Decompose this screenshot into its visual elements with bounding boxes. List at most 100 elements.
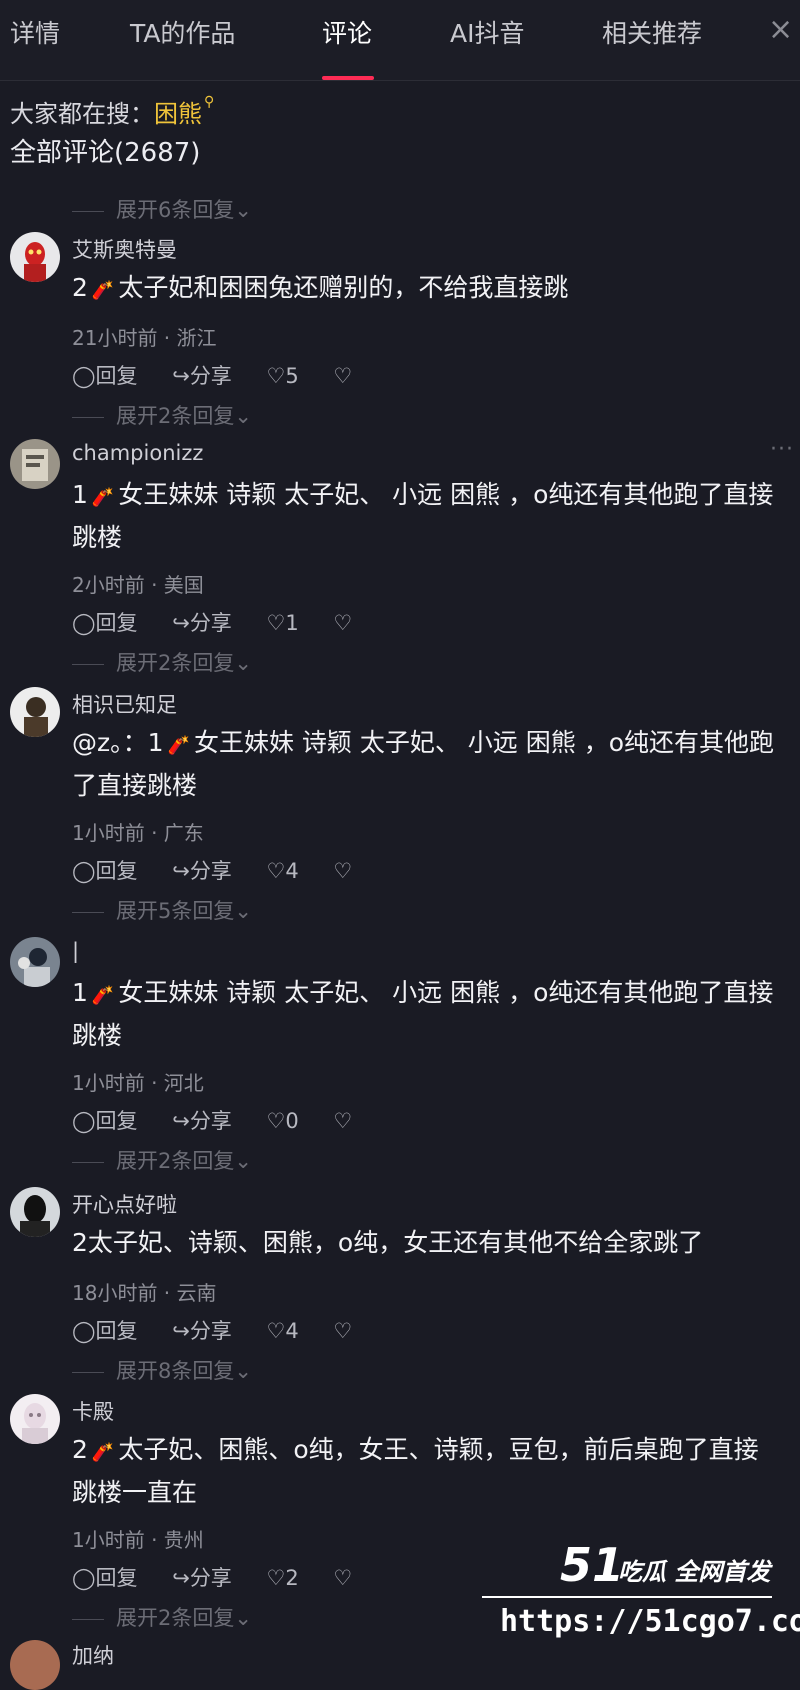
reply-label: 回复 — [95, 1109, 138, 1133]
chevron-down-icon: ⌄ — [234, 1149, 252, 1173]
divider-line — [72, 416, 104, 418]
trending-search[interactable]: 大家都在搜：困熊 ⚲ — [10, 94, 214, 129]
watermark-brand: 51 — [560, 1538, 625, 1592]
divider-line — [72, 911, 104, 913]
tab-ai[interactable]: AI抖音 — [450, 14, 524, 50]
tab-comments[interactable]: 评论 — [322, 14, 372, 50]
comment-actions: ◯回复 ↪分享 ♡0 ♡ — [72, 1105, 366, 1135]
reply-button[interactable]: ◯回复 — [72, 1109, 152, 1133]
share-button[interactable]: ↪分享 — [172, 611, 246, 635]
comment-actions: ◯回复 ↪分享 ♡2 ♡ — [72, 1562, 366, 1592]
avatar[interactable] — [10, 439, 60, 489]
like-count: 2 — [285, 1566, 299, 1590]
comment-text: 2 🧨 太子妃和困困兔还赠别的，不给我直接跳 — [72, 268, 782, 311]
reply-label: 回复 — [95, 364, 138, 388]
share-button[interactable]: ↪分享 — [172, 364, 246, 388]
comment-prefix: 2 — [72, 273, 88, 302]
expand-replies[interactable]: 展开8条回复⌄ — [72, 1355, 252, 1385]
tab-related[interactable]: 相关推荐 — [602, 14, 702, 50]
comment-actions: ◯回复 ↪分享 ♡5 ♡ — [72, 360, 366, 390]
divider-line — [72, 1371, 104, 1373]
reply-button[interactable]: ◯回复 — [72, 1566, 152, 1590]
tab-details[interactable]: 详情 — [10, 14, 60, 50]
reply-button[interactable]: ◯回复 — [72, 1319, 152, 1343]
share-label: 分享 — [189, 1566, 232, 1590]
dislike-icon[interactable]: ♡ — [333, 1319, 352, 1343]
chevron-down-icon: ⌄ — [234, 198, 252, 222]
reply-label: 回复 — [95, 859, 138, 883]
like-count: 4 — [285, 1319, 299, 1343]
comment-username[interactable]: 开心点好啦 — [72, 1189, 177, 1219]
divider-line — [72, 1161, 104, 1163]
like-button[interactable]: ♡2 — [267, 1566, 313, 1590]
avatar[interactable] — [10, 1394, 60, 1444]
avatar[interactable] — [10, 937, 60, 987]
share-button[interactable]: ↪分享 — [172, 859, 246, 883]
dislike-icon[interactable]: ♡ — [333, 364, 352, 388]
comment-actions: ◯回复 ↪分享 ♡4 ♡ — [72, 855, 366, 885]
like-count: 5 — [285, 364, 299, 388]
comment-body: 2太子妃、诗颖、困熊，o纯，女王还有其他不给全家跳了 — [72, 1228, 704, 1257]
dislike-icon[interactable]: ♡ — [333, 1109, 352, 1133]
reply-button[interactable]: ◯回复 — [72, 611, 152, 635]
comment-username[interactable]: 相识已知足 — [72, 689, 177, 719]
like-button[interactable]: ♡4 — [267, 859, 313, 883]
expand-replies[interactable]: 展开2条回复⌄ — [72, 1602, 252, 1632]
comment-username[interactable]: | — [72, 939, 79, 963]
share-button[interactable]: ↪分享 — [172, 1109, 246, 1133]
chevron-down-icon: ⌄ — [234, 1606, 252, 1630]
tab-works[interactable]: TA的作品 — [130, 14, 235, 50]
expand-replies[interactable]: 展开2条回复⌄ — [72, 400, 252, 430]
expand-replies[interactable]: 展开2条回复⌄ — [72, 1145, 252, 1175]
search-term[interactable]: 困熊 — [154, 100, 202, 128]
like-button[interactable]: ♡5 — [267, 364, 313, 388]
expand-replies[interactable]: 展开2条回复⌄ — [72, 647, 252, 677]
avatar[interactable] — [10, 1187, 60, 1237]
share-label: 分享 — [189, 1319, 232, 1343]
divider-line — [72, 210, 104, 212]
expand-label: 展开2条回复 — [116, 1149, 235, 1173]
comment-text: @z。：1 🧨 女王妹妹 诗颖 太子妃、 小远 困熊 ，o纯还有其他跑了直接跳楼 — [72, 723, 782, 806]
reply-button[interactable]: ◯回复 — [72, 859, 152, 883]
firecracker-icon: 🧨 — [91, 280, 115, 301]
share-button[interactable]: ↪分享 — [172, 1566, 246, 1590]
comment-prefix: 1 — [72, 480, 88, 509]
dislike-icon[interactable]: ♡ — [333, 859, 352, 883]
more-options-icon[interactable]: ··· — [770, 437, 794, 462]
dislike-icon[interactable]: ♡ — [333, 611, 352, 635]
expand-label: 展开5条回复 — [116, 899, 235, 923]
avatar[interactable] — [10, 1640, 60, 1690]
expand-label: 展开2条回复 — [116, 651, 235, 675]
dislike-icon[interactable]: ♡ — [333, 1566, 352, 1590]
avatar[interactable] — [10, 687, 60, 737]
comment-body: 女王妹妹 诗颖 太子妃、 小远 困熊 ，o纯还有其他跑了直接跳楼 — [72, 480, 774, 552]
comment-body: 太子妃和困困兔还赠别的，不给我直接跳 — [118, 273, 569, 302]
chevron-down-icon: ⌄ — [234, 899, 252, 923]
firecracker-icon: 🧨 — [167, 735, 190, 756]
expand-replies[interactable]: 展开5条回复⌄ — [72, 895, 252, 925]
like-button[interactable]: ♡1 — [267, 611, 313, 635]
share-label: 分享 — [189, 859, 232, 883]
avatar[interactable] — [10, 232, 60, 282]
like-count: 0 — [285, 1109, 299, 1133]
comment-prefix: 2 — [72, 1435, 88, 1464]
search-icon: ⚲ — [204, 94, 215, 110]
like-button[interactable]: ♡4 — [267, 1319, 313, 1343]
like-count: 1 — [285, 611, 299, 635]
reply-label: 回复 — [95, 1319, 138, 1343]
comment-username[interactable]: 卡殿 — [72, 1396, 114, 1426]
active-tab-indicator — [322, 76, 374, 80]
like-button[interactable]: ♡0 — [267, 1109, 313, 1133]
expand-label: 展开8条回复 — [116, 1359, 235, 1383]
close-icon[interactable]: × — [768, 12, 793, 47]
comment-text: 1 🧨 女王妹妹 诗颖 太子妃、 小远 困熊 ，o纯还有其他跑了直接跳楼 — [72, 475, 782, 558]
expand-replies[interactable]: 展开6条回复⌄ — [72, 194, 252, 224]
share-button[interactable]: ↪分享 — [172, 1319, 246, 1343]
share-label: 分享 — [189, 611, 232, 635]
comment-username[interactable]: 加纳 — [72, 1640, 114, 1670]
comment-username[interactable]: 艾斯奥特曼 — [72, 234, 177, 264]
comment-body: 太子妃、困熊、o纯，女王、诗颖，豆包，前后桌跑了直接跳楼一直在 — [72, 1435, 759, 1507]
comment-username[interactable]: championizz — [72, 441, 203, 465]
reply-button[interactable]: ◯回复 — [72, 364, 152, 388]
comment-text: 1 🧨 女王妹妹 诗颖 太子妃、 小远 困熊 ，o纯还有其他跑了直接跳楼 — [72, 973, 782, 1056]
